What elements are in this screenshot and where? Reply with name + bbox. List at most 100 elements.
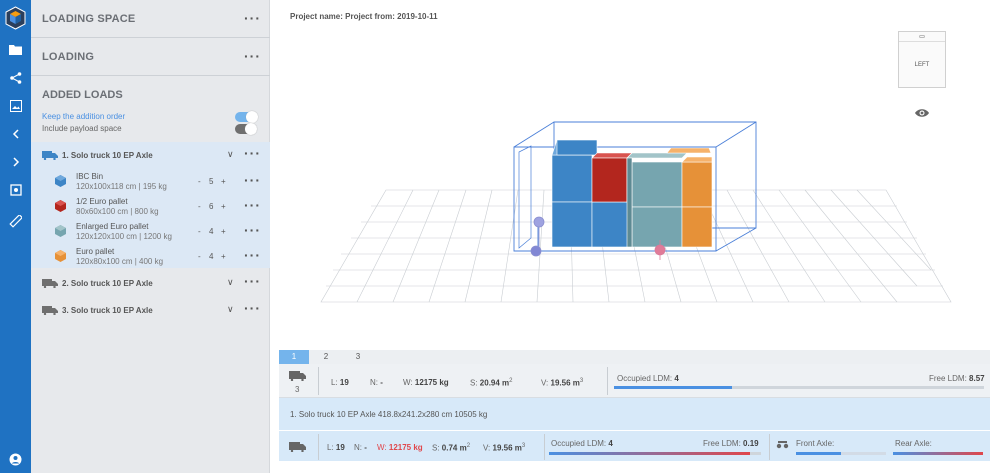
- v-label: V:: [483, 443, 491, 453]
- include-payload-toggle[interactable]: [235, 123, 257, 135]
- enlarged-euro-pallet-icon: [55, 225, 66, 237]
- front-axle-bar: [796, 452, 886, 455]
- view-cube-label: LEFT: [914, 62, 930, 68]
- n-value: -: [380, 378, 383, 387]
- v-value: 19.56 m: [550, 378, 580, 388]
- chevron-down-icon[interactable]: ∨: [227, 277, 234, 288]
- main-view: Project name: Project from: 2019-10-11 L…: [271, 0, 1000, 473]
- s-value: 20.94 m: [479, 378, 510, 388]
- ldm-progress-fill: [549, 452, 751, 455]
- view-cube[interactable]: LEFT: [898, 31, 946, 88]
- l-label: L:: [327, 443, 334, 452]
- loading-space-title: LOADING SPACE: [42, 13, 136, 25]
- keep-order-toggle[interactable]: [235, 111, 258, 123]
- s-label: S:: [470, 378, 478, 388]
- settings-icon[interactable]: [6, 180, 25, 199]
- ldm-progress-fill: [614, 386, 733, 389]
- more-icon[interactable]: ···: [244, 11, 261, 25]
- more-icon[interactable]: ···: [244, 274, 261, 288]
- decrement-button[interactable]: -: [198, 177, 201, 186]
- tab-truck-1[interactable]: 1: [279, 350, 309, 364]
- truck-row[interactable]: 2. Solo truck 10 EP Axle ∨ ···: [31, 270, 270, 296]
- truck-tabs: 1 2 3: [279, 350, 990, 364]
- summary-panel: 3 L: 19 N: - W: 12175 kg S: 20.94 m2 V: …: [279, 364, 990, 398]
- l-value: 19: [339, 378, 349, 387]
- increment-button[interactable]: +: [221, 202, 226, 211]
- w-label: W:: [377, 443, 387, 452]
- front-axle-label: Front Axle:: [796, 439, 835, 448]
- chevron-down-icon[interactable]: ∨: [227, 149, 234, 160]
- decrement-button[interactable]: -: [198, 227, 201, 236]
- load-desc: 120x80x100 cm | 400 kg: [76, 257, 164, 266]
- truck-icon: [289, 442, 306, 452]
- ruler-icon[interactable]: [6, 212, 25, 231]
- load-name: 1/2 Euro pallet: [76, 197, 128, 206]
- enlarged-euro-pallet-stack: [626, 152, 688, 248]
- more-icon[interactable]: ···: [244, 223, 261, 237]
- truck-icon: [289, 371, 306, 381]
- expand-icon[interactable]: [6, 152, 25, 171]
- truck-row[interactable]: 3. Solo truck 10 EP Axle ∨ ···: [31, 297, 270, 323]
- more-icon[interactable]: ···: [244, 198, 261, 212]
- more-icon[interactable]: ···: [244, 146, 261, 160]
- rear-axle-bar: [893, 452, 983, 455]
- load-item[interactable]: IBC Bin 120x100x118 cm | 195 kg - 5 + ··…: [31, 170, 270, 194]
- increment-button[interactable]: +: [221, 227, 226, 236]
- load-item[interactable]: Euro pallet 120x80x100 cm | 400 kg - 4 +…: [31, 245, 270, 269]
- more-icon[interactable]: ···: [244, 248, 261, 262]
- free-ldm-value: 0.19: [743, 439, 759, 448]
- loading-section[interactable]: LOADING ···: [31, 38, 270, 76]
- load-scene-3d[interactable]: [311, 110, 971, 310]
- chevron-down-icon[interactable]: ∨: [227, 304, 234, 315]
- load-name: Enlarged Euro pallet: [76, 222, 149, 231]
- load-item[interactable]: Enlarged Euro pallet 120x120x100 cm | 12…: [31, 220, 270, 244]
- collapse-icon[interactable]: [6, 124, 25, 143]
- occupied-ldm-value: 4: [608, 439, 613, 448]
- load-count: 4: [209, 227, 214, 236]
- icon-rail: [0, 0, 31, 473]
- image-icon[interactable]: [6, 96, 25, 115]
- load-desc: 120x120x100 cm | 1200 kg: [76, 232, 172, 241]
- logo-icon[interactable]: [5, 6, 26, 30]
- load-count: 5: [209, 177, 214, 186]
- w-value: 12175 kg: [388, 443, 423, 452]
- tab-truck-2[interactable]: 2: [311, 350, 341, 364]
- more-icon[interactable]: ···: [244, 49, 261, 63]
- truck-label: 2. Solo truck 10 EP Axle: [62, 279, 153, 288]
- include-payload-label: Include payload space: [42, 124, 122, 133]
- increment-button[interactable]: +: [221, 177, 226, 186]
- load-item[interactable]: 1/2 Euro pallet 80x60x100 cm | 800 kg - …: [31, 195, 270, 219]
- truck-description: 1. Solo truck 10 EP Axle 418.8x241.2x280…: [290, 410, 488, 419]
- truck-row[interactable]: 1. Solo truck 10 EP Axle ∨ ···: [31, 142, 270, 168]
- keep-order-label: Keep the addition order: [42, 112, 126, 121]
- loading-space-section[interactable]: LOADING SPACE ···: [31, 0, 270, 38]
- load-name: IBC Bin: [76, 172, 104, 181]
- w-label: W:: [403, 378, 413, 387]
- user-icon[interactable]: [6, 450, 25, 469]
- decrement-button[interactable]: -: [198, 252, 201, 261]
- folder-icon[interactable]: [6, 40, 25, 59]
- n-value: -: [364, 443, 367, 452]
- occupied-ldm-label: Occupied LDM:: [617, 374, 673, 383]
- n-label: N:: [354, 443, 362, 452]
- truck-1-group: 1. Solo truck 10 EP Axle ∨ ··· IBC Bin 1…: [31, 142, 270, 268]
- decrement-button[interactable]: -: [198, 202, 201, 211]
- ibc-bin-icon: [55, 175, 66, 187]
- load-desc: 120x100x118 cm | 195 kg: [76, 182, 167, 191]
- truck-icon: [42, 306, 58, 315]
- l-label: L:: [331, 378, 338, 387]
- n-label: N:: [370, 378, 378, 387]
- more-icon[interactable]: ···: [244, 173, 261, 187]
- l-value: 19: [335, 443, 345, 452]
- increment-button[interactable]: +: [221, 252, 226, 261]
- s-value: 0.74 m: [441, 443, 467, 453]
- more-icon[interactable]: ···: [244, 301, 261, 315]
- tab-truck-3[interactable]: 3: [343, 350, 373, 364]
- share-icon[interactable]: [6, 68, 25, 87]
- axle-icon: [776, 441, 789, 449]
- w-value: 12175 kg: [414, 378, 449, 387]
- load-count: 4: [209, 252, 214, 261]
- truck-description-panel[interactable]: 1. Solo truck 10 EP Axle 418.8x241.2x280…: [279, 398, 990, 430]
- free-ldm-label: Free LDM:: [703, 439, 741, 448]
- s-label: S:: [432, 443, 440, 453]
